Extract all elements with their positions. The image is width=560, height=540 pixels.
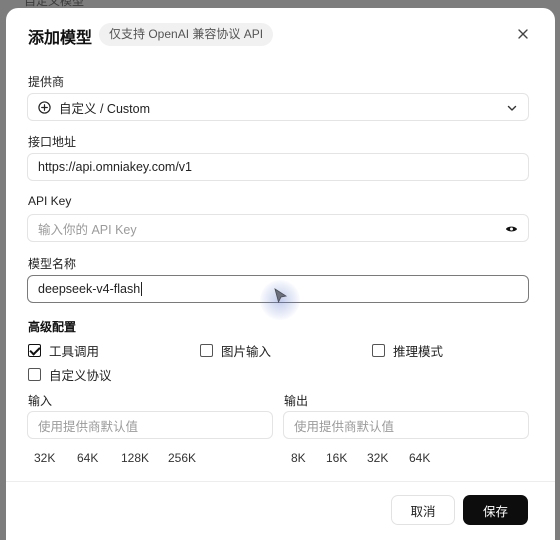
input-tokens-label: 输入	[28, 394, 53, 408]
output-tokens-input[interactable]: 使用提供商默认值	[283, 411, 529, 439]
output-preset-32k[interactable]: 32K	[367, 451, 388, 465]
model-name-label: 模型名称	[28, 257, 77, 271]
api-key-placeholder: 输入你的 API Key	[38, 222, 137, 237]
eye-icon[interactable]	[505, 224, 518, 234]
option-label: 工具调用	[49, 345, 100, 359]
input-tokens-placeholder: 使用提供商默认值	[38, 419, 139, 434]
provider-select[interactable]: 自定义 / Custom	[27, 93, 529, 121]
dialog-header: 添加模型 仅支持 OpenAI 兼容协议 API	[6, 8, 555, 64]
provider-label: 提供商	[28, 75, 65, 89]
input-preset-32k[interactable]: 32K	[34, 451, 55, 465]
chevron-down-icon	[507, 105, 517, 111]
option-label: 自定义协议	[49, 369, 112, 383]
checkbox-checked-icon[interactable]	[28, 344, 41, 357]
output-preset-16k[interactable]: 16K	[326, 451, 347, 465]
close-icon	[518, 29, 528, 39]
output-tokens-label: 输出	[284, 394, 309, 408]
close-button[interactable]	[513, 24, 533, 44]
option-reasoning[interactable]: 推理模式	[372, 341, 443, 360]
checkbox-icon[interactable]	[28, 368, 41, 381]
input-preset-64k[interactable]: 64K	[77, 451, 98, 465]
save-button[interactable]: 保存	[463, 495, 528, 525]
compat-badge: 仅支持 OpenAI 兼容协议 API	[99, 23, 274, 46]
endpoint-value: https://api.omniakey.com/v1	[38, 160, 193, 174]
output-preset-8k[interactable]: 8K	[291, 451, 306, 465]
output-preset-64k[interactable]: 64K	[409, 451, 430, 465]
input-preset-256k[interactable]: 256K	[168, 451, 196, 465]
option-image-input[interactable]: 图片输入	[200, 341, 271, 360]
api-key-label: API Key	[28, 194, 72, 208]
checkbox-icon[interactable]	[372, 344, 385, 357]
plus-circle-icon	[38, 100, 51, 114]
footer-divider	[6, 481, 555, 482]
output-tokens-placeholder: 使用提供商默认值	[294, 419, 395, 434]
api-key-input[interactable]: 输入你的 API Key	[27, 214, 529, 242]
endpoint-label: 接口地址	[28, 135, 77, 149]
option-tool-call[interactable]: 工具调用	[28, 341, 99, 360]
advanced-title: 高级配置	[28, 320, 77, 334]
option-custom-protocol[interactable]: 自定义协议	[28, 365, 112, 384]
endpoint-input[interactable]: https://api.omniakey.com/v1	[27, 153, 529, 181]
checkbox-icon[interactable]	[200, 344, 213, 357]
input-preset-128k[interactable]: 128K	[121, 451, 149, 465]
input-tokens-input[interactable]: 使用提供商默认值	[27, 411, 273, 439]
option-label: 图片输入	[221, 345, 272, 359]
text-caret	[141, 282, 143, 296]
add-model-dialog: 添加模型 仅支持 OpenAI 兼容协议 API 提供商 自定义 / Custo…	[6, 8, 555, 540]
provider-value: 自定义 / Custom	[59, 101, 150, 116]
cancel-button[interactable]: 取消	[391, 495, 455, 525]
option-label: 推理模式	[393, 345, 444, 359]
model-name-value: deepseek-v4-flash	[38, 282, 141, 296]
mouse-cursor-icon	[274, 288, 288, 304]
dialog-title: 添加模型	[28, 30, 93, 47]
